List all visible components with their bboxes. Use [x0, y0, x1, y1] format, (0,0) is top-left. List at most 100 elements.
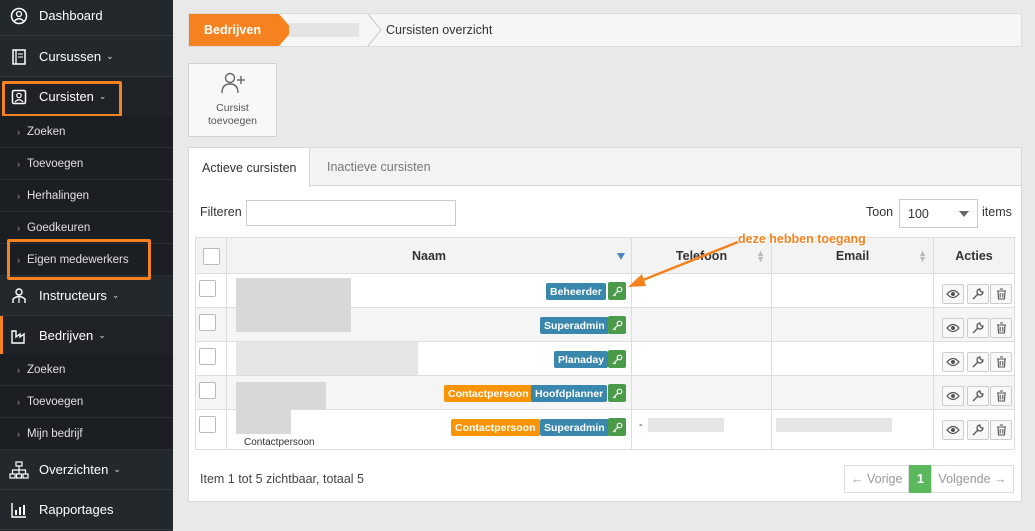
tab-actieve-cursisten[interactable]: Actieve cursisten — [189, 148, 311, 187]
phone-cell — [632, 308, 772, 341]
wrench-icon — [972, 424, 984, 436]
row-checkbox[interactable] — [199, 416, 216, 433]
sidebar-item-overzichten[interactable]: Overzichten ⌄ — [0, 450, 173, 490]
role-badge: Beheerder — [546, 283, 606, 300]
sidebar-subitem-label: Goedkeuren — [27, 221, 91, 234]
row-checkbox[interactable] — [199, 348, 216, 365]
delete-button[interactable] — [990, 352, 1012, 372]
annotation-arrow-icon — [628, 240, 739, 287]
annotation-text: deze hebben toegang — [738, 232, 866, 246]
redacted-name — [236, 382, 326, 409]
role-badge: Planaday — [554, 351, 609, 368]
sidebar-subitem-mijn-bedrijf[interactable]: › Mijn bedrijf — [0, 418, 173, 450]
edit-button[interactable] — [967, 420, 989, 440]
name-cell: Contactpersoon Hoofdplanner — [227, 376, 632, 409]
sidebar-item-instructeurs[interactable]: Instructeurs ⌄ — [0, 276, 173, 316]
book-icon — [9, 47, 29, 67]
redacted-name — [236, 342, 418, 375]
row-checkbox[interactable] — [199, 382, 216, 399]
sidebar-item-label: Rapportages — [39, 502, 114, 517]
eye-icon — [946, 323, 960, 333]
chevron-down-icon: ⌄ — [106, 51, 114, 61]
add-cursist-button[interactable]: Cursist toevoegen — [188, 63, 277, 137]
table-row: Contactpersoon Contactpersoon Superadmin… — [195, 410, 1015, 450]
phone-cell — [632, 342, 772, 375]
tab-inactieve-cursisten[interactable]: Inactieve cursisten — [314, 148, 444, 186]
email-cell — [772, 274, 934, 307]
chevron-down-icon: ⌄ — [111, 290, 120, 300]
wrench-icon — [972, 322, 984, 334]
actions-cell — [934, 274, 1014, 307]
trash-icon — [996, 356, 1006, 368]
delete-button[interactable] — [990, 318, 1012, 338]
key-icon[interactable] — [608, 418, 626, 436]
name-cell: Beheerder — [227, 274, 632, 307]
pagination: ← Vorige 1 Volgende → — [844, 465, 1014, 493]
delete-button[interactable] — [990, 284, 1012, 304]
edit-button[interactable] — [967, 352, 989, 372]
sidebar-item-dashboard[interactable]: Dashboard — [0, 0, 173, 36]
sidebar: Dashboard Cursussen ⌄ Cursisten ⌄ › Zoek… — [0, 0, 173, 531]
sidebar-subitem-bedrijven-zoeken[interactable]: › Zoeken — [0, 354, 173, 386]
edit-button[interactable] — [967, 284, 989, 304]
redacted-name — [236, 308, 351, 332]
sidebar-item-label: Dashboard — [39, 8, 103, 23]
add-user-icon — [220, 72, 246, 98]
chevron-down-icon — [959, 211, 969, 217]
view-button[interactable] — [942, 318, 964, 338]
edit-button[interactable] — [967, 386, 989, 406]
eye-icon — [946, 391, 960, 401]
page-size-select[interactable]: 100 — [899, 199, 978, 228]
row-checkbox[interactable] — [199, 280, 216, 297]
sidebar-subitem-label: Herhalingen — [27, 189, 90, 202]
name-cell: Contactpersoon Contactpersoon Superadmin — [227, 410, 632, 449]
email-cell — [772, 342, 934, 375]
page-1-button[interactable]: 1 — [909, 465, 932, 493]
table-row: Beheerder — [195, 274, 1015, 308]
trash-icon — [996, 322, 1006, 334]
page-size-value: 100 — [908, 206, 929, 221]
column-naam[interactable]: Naam — [227, 238, 632, 274]
view-button[interactable] — [942, 420, 964, 440]
eye-icon — [946, 289, 960, 299]
sidebar-item-label: Bedrijven — [39, 328, 94, 343]
name-sub-label: Contactpersoon — [244, 437, 315, 448]
view-button[interactable] — [942, 352, 964, 372]
instructor-icon — [9, 286, 29, 306]
sidebar-item-cursussen[interactable]: Cursussen ⌄ — [0, 37, 173, 77]
sidebar-subitem-bedrijven-toevoegen[interactable]: › Toevoegen — [0, 386, 173, 418]
redacted-phone — [648, 418, 724, 432]
sort-icon: ▲ ▼ — [918, 248, 927, 264]
breadcrumb-redacted[interactable] — [289, 23, 359, 37]
key-icon[interactable] — [608, 384, 626, 402]
delete-button[interactable] — [990, 386, 1012, 406]
role-badge: Contactpersoon — [451, 419, 540, 436]
key-icon[interactable] — [608, 350, 626, 368]
eye-icon — [946, 425, 960, 435]
breadcrumb-bedrijven[interactable]: Bedrijven — [189, 14, 293, 46]
sidebar-item-rapportages[interactable]: Rapportages — [0, 490, 173, 530]
row-checkbox[interactable] — [199, 314, 216, 331]
select-all-checkbox[interactable] — [202, 247, 220, 265]
prev-page-button[interactable]: ← Vorige — [844, 465, 910, 493]
chevron-down-icon: ⌄ — [113, 464, 121, 474]
sidebar-subitem-herhalingen[interactable]: › Herhalingen — [0, 180, 173, 212]
view-button[interactable] — [942, 386, 964, 406]
add-button-line2: toevoegen — [207, 115, 258, 127]
filter-input[interactable] — [246, 200, 456, 226]
view-button[interactable] — [942, 284, 964, 304]
sidebar-subitem-toevoegen[interactable]: › Toevoegen — [0, 148, 173, 180]
sidebar-item-label: Cursussen — [39, 49, 102, 64]
name-cell: Planaday — [227, 342, 632, 375]
breadcrumb-current: Cursisten overzicht — [386, 23, 493, 37]
next-page-button[interactable]: Volgende → — [931, 465, 1014, 493]
highlight-eigen-medewerkers — [7, 239, 151, 280]
sidebar-subitem-zoeken[interactable]: › Zoeken — [0, 116, 173, 148]
factory-icon — [9, 326, 29, 346]
name-cell: Superadmin — [227, 308, 632, 341]
wrench-icon — [972, 390, 984, 402]
key-icon[interactable] — [608, 316, 626, 334]
edit-button[interactable] — [967, 318, 989, 338]
sidebar-item-bedrijven[interactable]: Bedrijven ⌄ — [0, 316, 173, 356]
delete-button[interactable] — [990, 420, 1012, 440]
